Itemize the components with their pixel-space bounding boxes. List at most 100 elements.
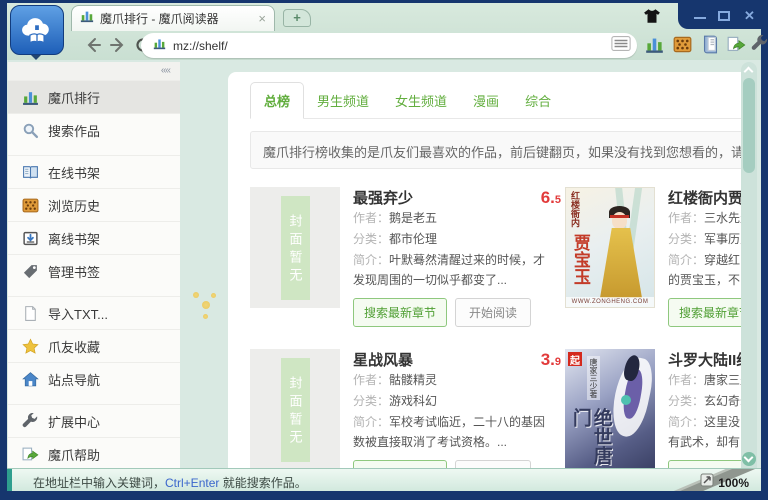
maximize-button[interactable] xyxy=(718,11,730,21)
book-category-row: 分类：军事历史 xyxy=(668,229,749,250)
tab-total-ranking[interactable]: 总榜 xyxy=(250,82,304,119)
back-button[interactable] xyxy=(83,35,103,55)
toolbar-share-arrow-icon[interactable] xyxy=(727,35,747,55)
bookmark-list-icon[interactable] xyxy=(611,36,631,56)
book-intro-row: 简介：穿越红 xyxy=(668,250,749,271)
theme-skin-icon[interactable] xyxy=(643,8,661,24)
book-cover[interactable]: 红楼衙内 贾宝玉 WWW.ZONGHENG.COM xyxy=(565,187,655,308)
sidebar-item-search[interactable]: 搜索作品 xyxy=(8,113,180,146)
sidebar-item-bookmarks[interactable]: 管理书签 xyxy=(8,254,180,287)
resize-arrow-icon xyxy=(700,473,714,491)
url-favicon-bar-chart-icon xyxy=(153,37,166,55)
book-author-row: 作者：三水先生 xyxy=(668,208,749,229)
sidebar-item-import-txt[interactable]: 导入TXT... xyxy=(8,296,180,329)
new-tab-button[interactable]: + xyxy=(283,9,311,27)
cover-main-title: 绝世唐门 xyxy=(569,408,611,466)
start-reading-button[interactable]: 开始阅读 xyxy=(455,298,531,327)
sidebar-item-site-nav[interactable]: 站点导航 xyxy=(8,362,180,395)
browser-tab[interactable]: 魔爪排行 - 魔爪阅读器 × xyxy=(71,5,275,31)
zoom-indicator[interactable]: 100% xyxy=(700,473,749,491)
start-reading-button[interactable]: 开始阅读 xyxy=(455,460,531,468)
book-intro-row: 简介：这里没 xyxy=(668,412,749,433)
tab-misc[interactable]: 综合 xyxy=(512,83,564,118)
book-title[interactable]: 最强弃少 xyxy=(353,187,413,208)
address-bar[interactable]: mz://shelf/ xyxy=(141,33,637,58)
sidebar-item-label: 站点导航 xyxy=(48,370,100,389)
search-latest-chapter-button[interactable]: 搜索最新章节 xyxy=(668,460,749,468)
book-title[interactable]: 红楼衙内贾宝玉 xyxy=(668,187,749,208)
tab-favicon-bar-chart-icon xyxy=(80,9,94,28)
book-intro-row2: 发现周围的一切似乎都变了... xyxy=(353,271,565,289)
book-intro-row: 简介：军校考试临近，二十八的基因 xyxy=(353,412,565,433)
search-latest-chapter-button[interactable]: 搜索最新章节 xyxy=(668,298,749,327)
content-scrollbar[interactable] xyxy=(741,62,757,468)
scroll-down-button[interactable] xyxy=(742,452,756,466)
sidebar-item-ranking[interactable]: 魔爪排行 xyxy=(8,80,180,113)
search-latest-chapter-button[interactable]: 搜索最新章节 xyxy=(353,460,447,468)
toolbar-ranking-bar-chart-icon[interactable] xyxy=(645,35,665,55)
sidebar-item-label: 爪友收藏 xyxy=(48,337,100,356)
book-title[interactable]: 斗罗大陆II绝世唐门 xyxy=(668,349,749,370)
minimize-button[interactable] xyxy=(694,11,706,19)
status-accent xyxy=(7,469,12,491)
sidebar-item-label: 魔爪排行 xyxy=(48,88,100,107)
sidebar-item-history[interactable]: 浏览历史 xyxy=(8,188,180,221)
notice-bar: 魔爪排行榜收集的是爪友们最喜欢的作品，前后键翻页，如果没有找到您想看的，请务必联… xyxy=(250,131,749,169)
cover-placeholder-text: 封面暂无 xyxy=(281,358,310,462)
sidebar-item-offline-shelf[interactable]: 离线书架 xyxy=(8,221,180,254)
book-cover-placeholder[interactable]: 封面暂无 xyxy=(250,349,340,468)
tab-male-channel[interactable]: 男生频道 xyxy=(304,83,382,118)
sidebar-item-label: 搜索作品 xyxy=(48,121,100,140)
book-author-row: 作者：骷髅精灵 xyxy=(353,370,565,391)
wrench-icon xyxy=(22,413,39,430)
book-card: 起 唐家三少著 绝世唐门 斗罗大陆II绝世唐门 作者：唐家三少 分类：玄幻奇幻 … xyxy=(565,349,749,468)
sidebar-item-label: 在线书架 xyxy=(48,163,100,182)
ranking-tabs: 总榜 男生频道 女生频道 漫画 综合 xyxy=(250,86,749,119)
tab-female-channel[interactable]: 女生频道 xyxy=(382,83,460,118)
content-panel: 总榜 男生频道 女生频道 漫画 综合 魔爪排行榜收集的是爪友们最喜欢的作品，前后… xyxy=(228,72,749,468)
browser-chrome: 魔爪排行 - 魔爪阅读器 × + ✕ xyxy=(7,3,761,60)
zoom-level: 100% xyxy=(718,476,749,490)
sidebar-item-extensions[interactable]: 扩展中心 xyxy=(8,404,180,437)
sidebar-item-favorites[interactable]: 爪友收藏 xyxy=(8,329,180,362)
scrollbar-thumb[interactable] xyxy=(743,78,755,173)
paw-dot xyxy=(203,314,208,319)
toolbar-shelf-book-icon[interactable] xyxy=(701,35,721,55)
book-title[interactable]: 星战风暴 xyxy=(353,349,413,370)
search-icon xyxy=(22,122,39,139)
book-intro-row2: 有武术，却有 xyxy=(668,433,749,451)
sidebar-item-label: 离线书架 xyxy=(48,229,100,248)
scroll-down-icon xyxy=(744,453,754,463)
scroll-up-icon[interactable] xyxy=(744,67,754,77)
forward-button[interactable] xyxy=(108,35,128,55)
tab-comics[interactable]: 漫画 xyxy=(460,83,512,118)
tab-close-icon[interactable]: × xyxy=(258,12,266,25)
cover-placeholder-text: 封面暂无 xyxy=(281,196,310,300)
book-category-row: 分类：都市伦理 xyxy=(353,229,565,250)
book-cover-placeholder[interactable]: 封面暂无 xyxy=(250,187,340,308)
toolbar-history-abacus-icon[interactable] xyxy=(673,35,693,55)
book-cover[interactable]: 起 唐家三少著 绝世唐门 xyxy=(565,349,655,468)
main-area: «« 魔爪排行 搜索作品 在线书架 浏览历史 离线书架 xyxy=(7,60,761,468)
sidebar-item-label: 扩展中心 xyxy=(48,412,100,431)
search-latest-chapter-button[interactable]: 搜索最新章节 xyxy=(353,298,447,327)
book-author-row: 作者：鹅是老五 xyxy=(353,208,565,229)
app-logo-button[interactable] xyxy=(10,5,64,55)
navigation-toolbar: mz://shelf/ xyxy=(7,32,761,60)
sidebar-item-label: 魔爪帮助 xyxy=(48,445,100,464)
paw-dot xyxy=(211,293,216,298)
sidebar-item-help[interactable]: 魔爪帮助 xyxy=(8,437,180,468)
star-icon xyxy=(22,338,39,355)
bar-chart-icon xyxy=(22,89,39,106)
cover-art-figure xyxy=(621,395,631,405)
sidebar-collapse-button[interactable]: «« xyxy=(8,62,180,80)
close-button[interactable]: ✕ xyxy=(744,11,756,21)
book-intro-row2: 数被直接取消了考试资格。... xyxy=(353,433,565,451)
toolbar-settings-wrench-icon[interactable] xyxy=(751,35,768,55)
sidebar-item-online-shelf[interactable]: 在线书架 xyxy=(8,155,180,188)
url-text[interactable]: mz://shelf/ xyxy=(173,39,604,53)
book-author-row: 作者：唐家三少 xyxy=(668,370,749,391)
file-icon xyxy=(22,305,39,322)
tab-title: 魔爪排行 - 魔爪阅读器 xyxy=(100,10,252,27)
sidebar-item-label: 管理书签 xyxy=(48,262,100,281)
